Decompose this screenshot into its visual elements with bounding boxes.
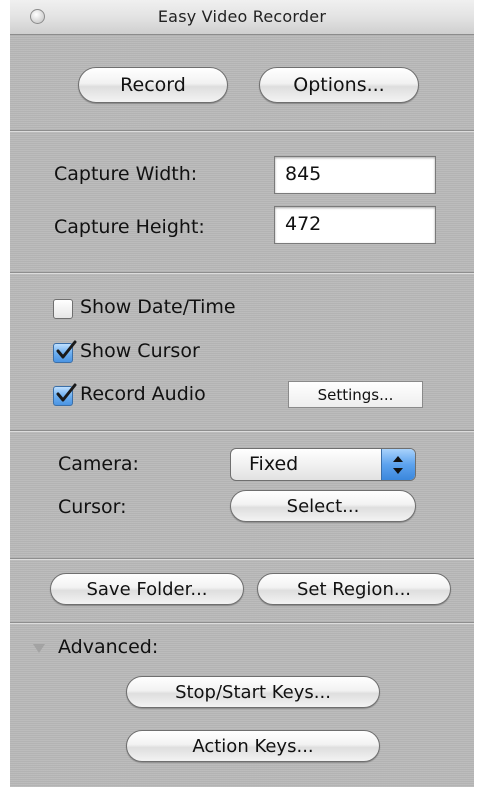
record-audio-label: Record Audio	[80, 383, 206, 405]
capture-height-field[interactable]: 472	[274, 206, 436, 244]
divider	[10, 622, 474, 624]
window-title: Easy Video Recorder	[157, 7, 327, 26]
advanced-label: Advanced:	[58, 636, 159, 658]
divider	[10, 558, 474, 560]
camera-popup[interactable]: Fixed	[230, 448, 416, 481]
camera-label: Camera:	[58, 453, 139, 475]
app-window: Easy Video Recorder Record Options... Ca…	[10, 0, 474, 787]
cursor-select-button[interactable]: Select...	[230, 490, 416, 522]
camera-selected-value: Fixed	[249, 453, 299, 475]
divider	[10, 272, 474, 274]
show-datetime-label: Show Date/Time	[80, 296, 236, 318]
disclosure-triangle-icon[interactable]	[32, 642, 46, 654]
divider	[10, 130, 474, 132]
title-bar[interactable]: Easy Video Recorder	[10, 0, 474, 35]
capture-width-field[interactable]: 845	[274, 156, 436, 194]
popup-arrows-icon	[381, 449, 415, 480]
checkmark-icon	[56, 340, 77, 359]
show-cursor-label: Show Cursor	[80, 340, 200, 362]
capture-width-label: Capture Width:	[54, 163, 198, 185]
checkmark-icon	[56, 383, 77, 402]
save-folder-button[interactable]: Save Folder...	[50, 573, 244, 605]
stop-start-keys-button[interactable]: Stop/Start Keys...	[126, 676, 380, 708]
show-cursor-checkbox[interactable]	[53, 340, 77, 363]
set-region-button[interactable]: Set Region...	[257, 573, 451, 605]
audio-settings-button[interactable]: Settings...	[288, 381, 423, 408]
record-button[interactable]: Record	[78, 67, 228, 103]
show-datetime-checkbox[interactable]	[53, 299, 73, 319]
capture-height-label: Capture Height:	[54, 216, 205, 238]
cursor-label: Cursor:	[58, 496, 127, 518]
divider	[10, 430, 474, 432]
record-audio-checkbox[interactable]	[53, 383, 77, 406]
action-keys-button[interactable]: Action Keys...	[126, 730, 380, 762]
options-button[interactable]: Options...	[259, 67, 419, 103]
